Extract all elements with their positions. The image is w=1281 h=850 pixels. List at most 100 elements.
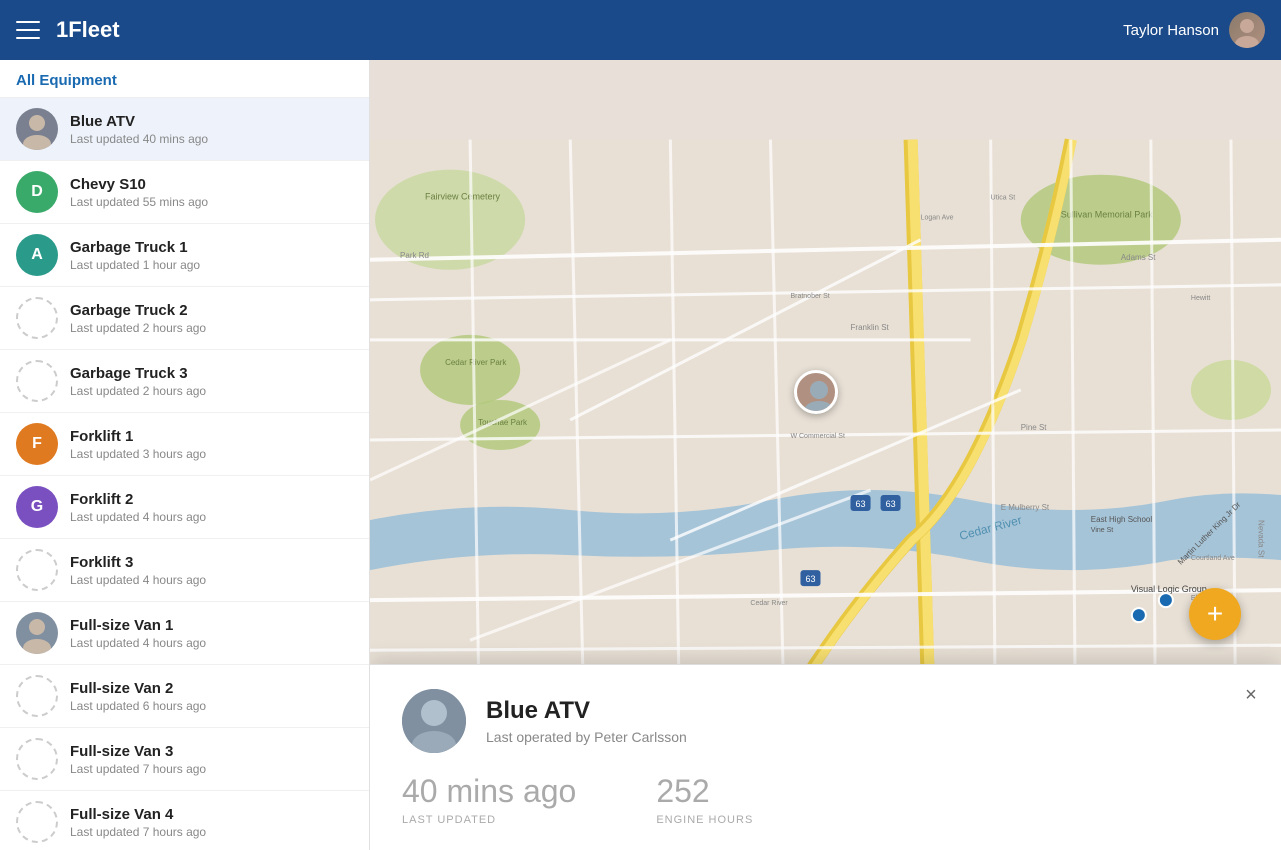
item-info: Chevy S10 Last updated 55 mins ago — [70, 176, 353, 209]
sidebar-item-forklift-2[interactable]: G Forklift 2 Last updated 4 hours ago — [0, 476, 369, 539]
popup-engine-hours: 252 ENGINE HOURS — [656, 773, 753, 826]
svg-text:East High School: East High School — [1091, 515, 1153, 524]
item-updated: Last updated 4 hours ago — [70, 573, 353, 587]
item-info: Full-size Van 2 Last updated 6 hours ago — [70, 680, 353, 713]
svg-text:Bratnober St: Bratnober St — [790, 293, 829, 300]
sidebar-section-label: All Equipment — [0, 60, 369, 98]
popup-equipment-name: Blue ATV — [486, 697, 687, 725]
popup-avatar — [402, 689, 466, 753]
item-avatar — [16, 297, 58, 339]
item-info: Forklift 3 Last updated 4 hours ago — [70, 554, 353, 587]
popup-last-updated-value: 40 mins ago — [402, 773, 576, 810]
item-name: Garbage Truck 2 — [70, 302, 353, 319]
item-info: Garbage Truck 1 Last updated 1 hour ago — [70, 239, 353, 272]
marker-avatar-image — [794, 370, 838, 414]
item-name: Blue ATV — [70, 113, 353, 130]
item-updated: Last updated 4 hours ago — [70, 510, 353, 524]
popup-avatar-image — [402, 689, 466, 753]
item-updated: Last updated 40 mins ago — [70, 132, 353, 146]
item-name: Full-size Van 3 — [70, 743, 353, 760]
item-avatar — [16, 108, 58, 150]
menu-button[interactable] — [16, 21, 40, 39]
popup-engine-hours-label: ENGINE HOURS — [656, 814, 753, 826]
equipment-sidebar: All Equipment Blue ATV Last updated 40 m… — [0, 60, 370, 850]
svg-text:Hewitt: Hewitt — [1191, 295, 1211, 302]
item-updated: Last updated 7 hours ago — [70, 825, 353, 839]
item-name: Full-size Van 2 — [70, 680, 353, 697]
app-title: 1Fleet — [56, 17, 1123, 43]
username: Taylor Hanson — [1123, 22, 1219, 39]
item-info: Garbage Truck 3 Last updated 2 hours ago — [70, 365, 353, 398]
item-name: Full-size Van 4 — [70, 806, 353, 823]
sidebar-item-fullsize-van-4[interactable]: Full-size Van 4 Last updated 7 hours ago — [0, 791, 369, 850]
svg-text:63: 63 — [805, 574, 815, 584]
svg-text:Park Rd: Park Rd — [400, 251, 429, 260]
svg-text:63: 63 — [886, 499, 896, 509]
item-name: Forklift 1 — [70, 428, 353, 445]
popup-last-updated: 40 mins ago LAST UPDATED — [402, 773, 576, 826]
item-avatar: D — [16, 171, 58, 213]
item-avatar — [16, 738, 58, 780]
item-avatar — [16, 675, 58, 717]
svg-text:W Commercial St: W Commercial St — [790, 433, 845, 440]
item-updated: Last updated 55 mins ago — [70, 195, 353, 209]
svg-text:Cedar River Park: Cedar River Park — [445, 358, 507, 367]
item-name: Forklift 3 — [70, 554, 353, 571]
popup-header: Blue ATV Last operated by Peter Carlsson — [402, 689, 1249, 753]
map-marker-avatar[interactable] — [794, 370, 838, 414]
popup-stats: 40 mins ago LAST UPDATED 252 ENGINE HOUR… — [402, 773, 1249, 826]
avatar-image — [1229, 12, 1265, 48]
item-avatar: G — [16, 486, 58, 528]
item-updated: Last updated 7 hours ago — [70, 762, 353, 776]
sidebar-item-chevy-s10[interactable]: D Chevy S10 Last updated 55 mins ago — [0, 161, 369, 224]
svg-text:Logan Ave: Logan Ave — [921, 215, 954, 222]
sidebar-item-fullsize-van-2[interactable]: Full-size Van 2 Last updated 6 hours ago — [0, 665, 369, 728]
item-name: Chevy S10 — [70, 176, 353, 193]
main-content: All Equipment Blue ATV Last updated 40 m… — [0, 60, 1281, 850]
svg-text:Fairview Cemetery: Fairview Cemetery — [425, 192, 501, 202]
app-header: 1Fleet Taylor Hanson — [0, 0, 1281, 60]
svg-text:Sullivan Memorial Park: Sullivan Memorial Park — [1061, 210, 1154, 220]
svg-text:Cedar River: Cedar River — [750, 600, 788, 607]
item-updated: Last updated 6 hours ago — [70, 699, 353, 713]
item-avatar: A — [16, 234, 58, 276]
item-avatar — [16, 360, 58, 402]
item-avatar — [16, 801, 58, 843]
svg-text:Franklin St: Franklin St — [851, 323, 890, 332]
item-name: Garbage Truck 1 — [70, 239, 353, 256]
add-button[interactable]: + — [1189, 588, 1241, 640]
sidebar-item-forklift-1[interactable]: F Forklift 1 Last updated 3 hours ago — [0, 413, 369, 476]
user-info: Taylor Hanson — [1123, 12, 1265, 48]
svg-text:Vine St: Vine St — [1091, 527, 1113, 534]
map-container[interactable]: Fairview Cemetery Cedar River Park Touch… — [370, 60, 1281, 850]
item-info: Forklift 2 Last updated 4 hours ago — [70, 491, 353, 524]
item-updated: Last updated 3 hours ago — [70, 447, 353, 461]
svg-text:Utica St: Utica St — [991, 195, 1016, 202]
svg-text:Courtland Ave: Courtland Ave — [1191, 555, 1235, 562]
sidebar-item-garbage-truck-1[interactable]: A Garbage Truck 1 Last updated 1 hour ag… — [0, 224, 369, 287]
item-info: Full-size Van 4 Last updated 7 hours ago — [70, 806, 353, 839]
sidebar-item-fullsize-van-3[interactable]: Full-size Van 3 Last updated 7 hours ago — [0, 728, 369, 791]
item-info: Forklift 1 Last updated 3 hours ago — [70, 428, 353, 461]
popup-close-button[interactable]: × — [1237, 681, 1265, 709]
item-updated: Last updated 2 hours ago — [70, 321, 353, 335]
sidebar-item-forklift-3[interactable]: Forklift 3 Last updated 4 hours ago — [0, 539, 369, 602]
popup-info: Blue ATV Last operated by Peter Carlsson — [486, 697, 687, 745]
sidebar-item-garbage-truck-3[interactable]: Garbage Truck 3 Last updated 2 hours ago — [0, 350, 369, 413]
svg-text:Adams St: Adams St — [1121, 253, 1156, 262]
svg-text:63: 63 — [856, 499, 866, 509]
sidebar-item-garbage-truck-2[interactable]: Garbage Truck 2 Last updated 2 hours ago — [0, 287, 369, 350]
item-info: Garbage Truck 2 Last updated 2 hours ago — [70, 302, 353, 335]
item-name: Garbage Truck 3 — [70, 365, 353, 382]
sidebar-item-blue-atv[interactable]: Blue ATV Last updated 40 mins ago — [0, 98, 369, 161]
svg-text:E Mulberry St: E Mulberry St — [1001, 503, 1050, 512]
user-avatar[interactable] — [1229, 12, 1265, 48]
item-name: Forklift 2 — [70, 491, 353, 508]
svg-text:Nevada St: Nevada St — [1256, 520, 1265, 558]
item-avatar — [16, 612, 58, 654]
sidebar-item-fullsize-van-1[interactable]: Full-size Van 1 Last updated 4 hours ago — [0, 602, 369, 665]
item-info: Full-size Van 1 Last updated 4 hours ago — [70, 617, 353, 650]
item-updated: Last updated 2 hours ago — [70, 384, 353, 398]
item-updated: Last updated 1 hour ago — [70, 258, 353, 272]
equipment-info-popup: × Blue ATV Last operated by Peter Carlss… — [370, 664, 1281, 850]
